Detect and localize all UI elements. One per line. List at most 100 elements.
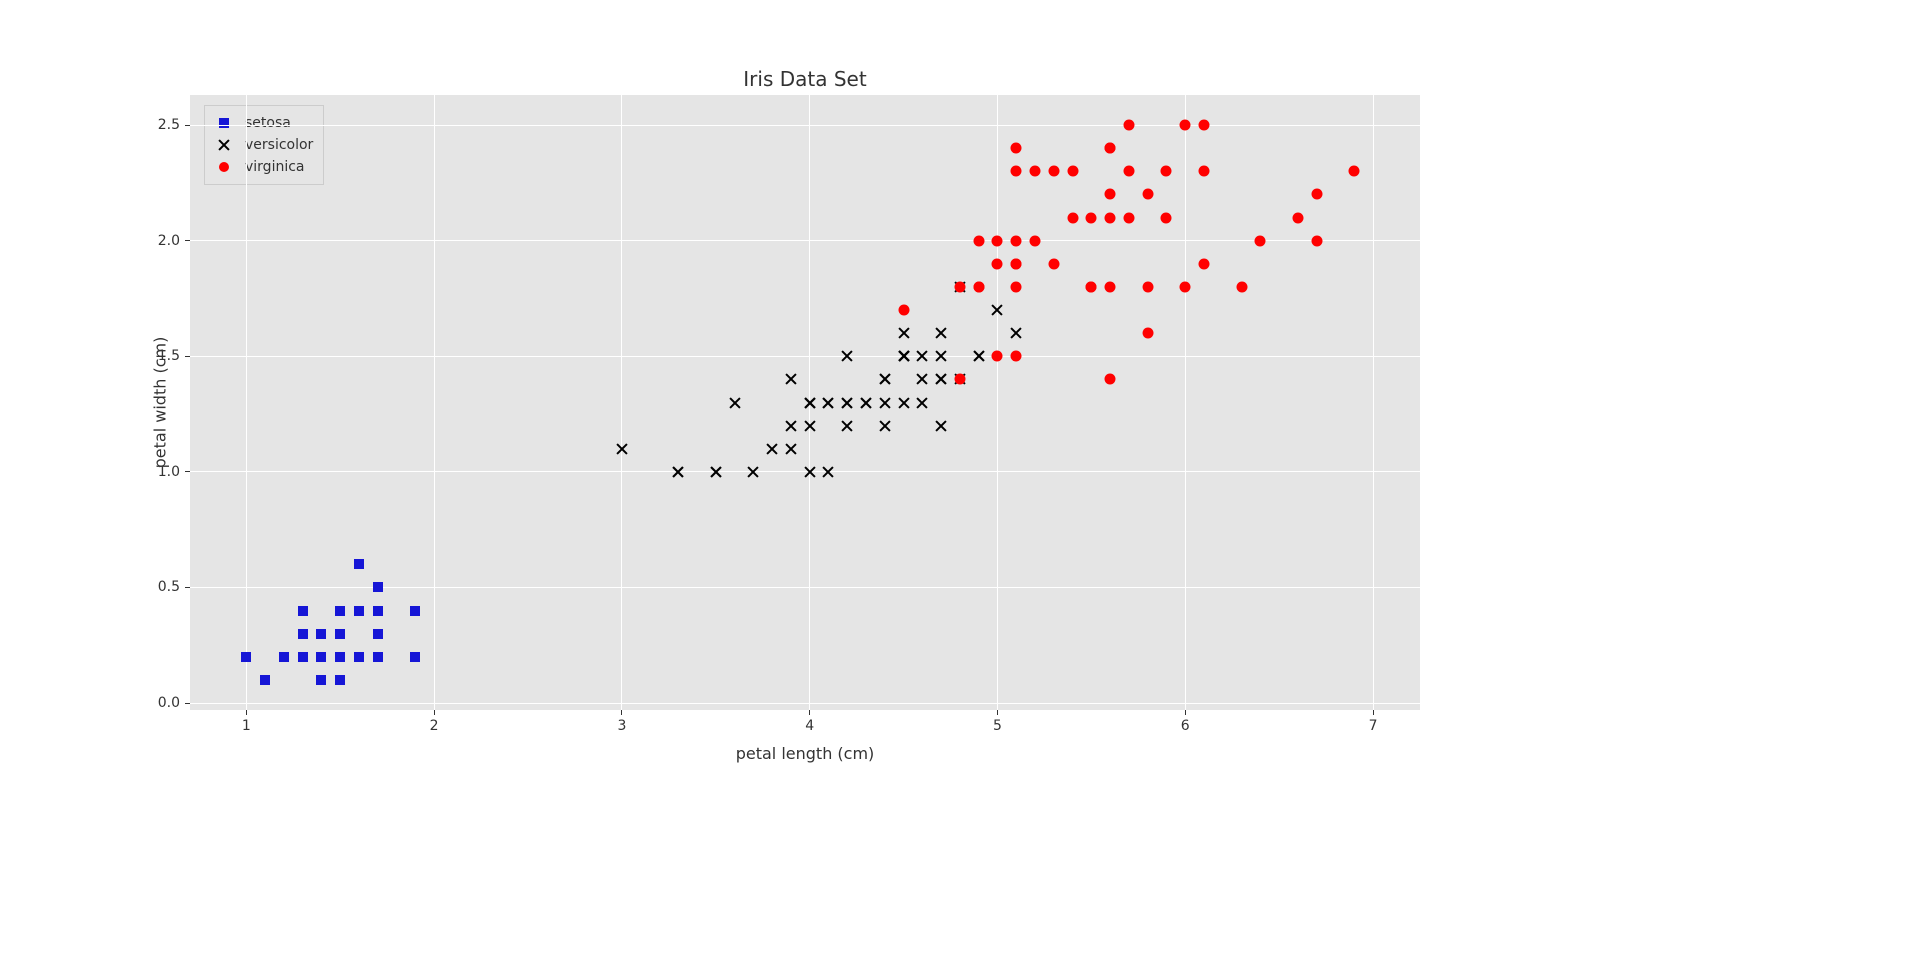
x-tick-label: 4 bbox=[805, 718, 814, 734]
data-point-virginica bbox=[1311, 189, 1322, 200]
data-point-versicolor bbox=[898, 327, 910, 339]
data-point-virginica bbox=[1161, 166, 1172, 177]
data-point-virginica bbox=[1011, 281, 1022, 292]
data-point-setosa bbox=[335, 629, 345, 639]
data-point-versicolor bbox=[841, 420, 853, 432]
data-point-virginica bbox=[1123, 120, 1134, 131]
data-point-versicolor bbox=[1010, 327, 1022, 339]
legend-item-versicolor: versicolor bbox=[213, 134, 313, 156]
gridline-vertical bbox=[434, 95, 435, 710]
data-point-versicolor bbox=[616, 443, 628, 455]
legend-item-virginica: virginica bbox=[213, 156, 313, 178]
data-point-versicolor bbox=[935, 350, 947, 362]
data-point-versicolor bbox=[785, 373, 797, 385]
x-tick-label: 6 bbox=[1181, 718, 1190, 734]
y-tick-label: 1.5 bbox=[154, 348, 180, 364]
data-point-setosa bbox=[354, 559, 364, 569]
data-point-setosa bbox=[354, 652, 364, 662]
gridline-horizontal bbox=[190, 125, 1420, 126]
data-point-versicolor bbox=[898, 350, 910, 362]
data-point-virginica bbox=[1048, 258, 1059, 269]
tick-mark bbox=[185, 471, 190, 472]
data-point-versicolor bbox=[822, 466, 834, 478]
data-point-versicolor bbox=[785, 420, 797, 432]
data-point-versicolor bbox=[766, 443, 778, 455]
data-point-versicolor bbox=[991, 304, 1003, 316]
data-point-versicolor bbox=[822, 397, 834, 409]
data-point-setosa bbox=[298, 652, 308, 662]
data-point-versicolor bbox=[729, 397, 741, 409]
gridline-vertical bbox=[997, 95, 998, 710]
data-point-virginica bbox=[1199, 258, 1210, 269]
data-point-setosa bbox=[373, 582, 383, 592]
data-point-setosa bbox=[316, 652, 326, 662]
tick-mark bbox=[185, 125, 190, 126]
data-point-setosa bbox=[298, 629, 308, 639]
tick-mark bbox=[1185, 710, 1186, 715]
legend-label: virginica bbox=[245, 159, 305, 175]
data-point-versicolor bbox=[841, 397, 853, 409]
tick-mark bbox=[1373, 710, 1374, 715]
gridline-vertical bbox=[1373, 95, 1374, 710]
x-icon bbox=[213, 139, 235, 151]
legend-item-setosa: setosa bbox=[213, 112, 313, 134]
data-point-virginica bbox=[1011, 235, 1022, 246]
data-point-virginica bbox=[1048, 166, 1059, 177]
chart-figure: Iris Data Set petal length (cm) petal wi… bbox=[0, 0, 1920, 958]
data-point-setosa bbox=[354, 606, 364, 616]
data-point-versicolor bbox=[879, 373, 891, 385]
data-point-virginica bbox=[898, 305, 909, 316]
y-tick-label: 0.5 bbox=[154, 579, 180, 595]
data-point-versicolor bbox=[916, 350, 928, 362]
gridline-vertical bbox=[1185, 95, 1186, 710]
y-tick-label: 0.0 bbox=[154, 695, 180, 711]
gridline-horizontal bbox=[190, 356, 1420, 357]
square-icon bbox=[213, 118, 235, 128]
x-tick-label: 3 bbox=[617, 718, 626, 734]
data-point-virginica bbox=[1123, 166, 1134, 177]
data-point-virginica bbox=[954, 374, 965, 385]
data-point-virginica bbox=[1142, 189, 1153, 200]
x-tick-label: 7 bbox=[1369, 718, 1378, 734]
data-point-setosa bbox=[373, 629, 383, 639]
data-point-virginica bbox=[1030, 166, 1041, 177]
gridline-horizontal bbox=[190, 703, 1420, 704]
data-point-virginica bbox=[1105, 143, 1116, 154]
tick-mark bbox=[185, 356, 190, 357]
data-point-virginica bbox=[1292, 212, 1303, 223]
data-point-versicolor bbox=[804, 397, 816, 409]
data-point-virginica bbox=[973, 235, 984, 246]
data-point-versicolor bbox=[879, 397, 891, 409]
data-point-virginica bbox=[1086, 212, 1097, 223]
gridline-vertical bbox=[246, 95, 247, 710]
data-point-virginica bbox=[973, 281, 984, 292]
data-point-virginica bbox=[1105, 281, 1116, 292]
data-point-setosa bbox=[335, 606, 345, 616]
data-point-virginica bbox=[1123, 212, 1134, 223]
y-tick-label: 2.5 bbox=[154, 117, 180, 133]
tick-mark bbox=[621, 710, 622, 715]
y-tick-label: 2.0 bbox=[154, 233, 180, 249]
gridline-vertical bbox=[621, 95, 622, 710]
data-point-virginica bbox=[992, 235, 1003, 246]
tick-mark bbox=[809, 710, 810, 715]
legend-label: setosa bbox=[245, 115, 291, 131]
data-point-versicolor bbox=[916, 373, 928, 385]
data-point-virginica bbox=[1011, 166, 1022, 177]
data-point-virginica bbox=[1105, 212, 1116, 223]
legend: setosa versicolor virginica bbox=[204, 105, 324, 185]
data-point-versicolor bbox=[935, 373, 947, 385]
chart-title: Iris Data Set bbox=[190, 67, 1420, 91]
data-point-versicolor bbox=[710, 466, 722, 478]
data-point-virginica bbox=[1180, 281, 1191, 292]
data-point-virginica bbox=[1011, 143, 1022, 154]
data-point-virginica bbox=[1142, 328, 1153, 339]
data-point-virginica bbox=[1349, 166, 1360, 177]
data-point-versicolor bbox=[841, 350, 853, 362]
tick-mark bbox=[185, 240, 190, 241]
data-point-virginica bbox=[954, 281, 965, 292]
data-point-setosa bbox=[410, 652, 420, 662]
legend-label: versicolor bbox=[245, 137, 313, 153]
data-point-virginica bbox=[1067, 212, 1078, 223]
data-point-virginica bbox=[1199, 166, 1210, 177]
